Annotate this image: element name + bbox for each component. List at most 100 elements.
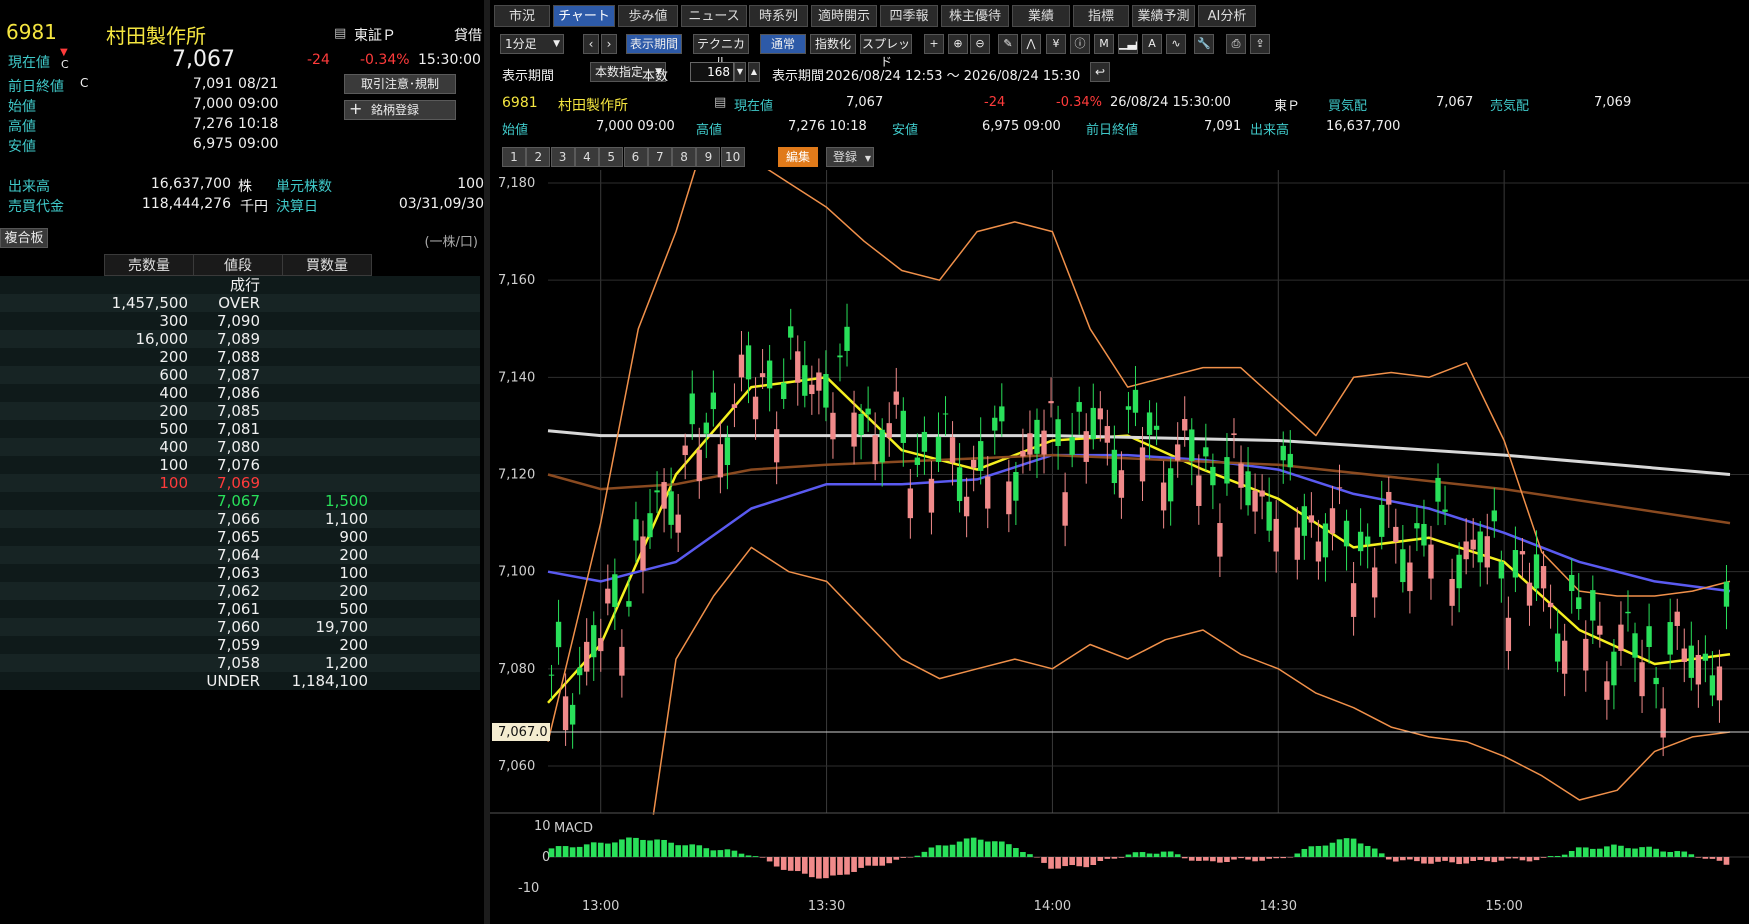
- order-book-row[interactable]: 400 7,080: [0, 438, 480, 456]
- page-button[interactable]: 5: [599, 147, 624, 167]
- register-label: 登録: [833, 150, 858, 164]
- candle-body: [816, 372, 822, 391]
- macd-bar: [1329, 842, 1336, 857]
- tab-item[interactable]: ニュース: [681, 5, 747, 27]
- count-input[interactable]: [690, 62, 734, 82]
- document-icon[interactable]: ▤: [334, 26, 346, 41]
- export-icon[interactable]: ⇪: [1250, 34, 1270, 54]
- market-label: 東証Ｐ: [354, 28, 396, 44]
- index-button[interactable]: 指数化: [810, 34, 856, 54]
- wave-icon[interactable]: ∿: [1166, 34, 1186, 54]
- page-button[interactable]: 6: [623, 147, 648, 167]
- document-icon[interactable]: ▤: [714, 95, 726, 110]
- board-tab[interactable]: 複合板: [0, 228, 48, 248]
- tab-item[interactable]: 業績予測: [1132, 5, 1195, 27]
- trade-caution-button[interactable]: 取引注意･規制: [344, 74, 456, 94]
- price-chart[interactable]: 7,180 7,160 7,140 7,120 7,100 7,080 7,060 7,067…: [490, 170, 1749, 924]
- order-book-row[interactable]: 7,067 1,500: [0, 492, 480, 510]
- tab-item[interactable]: 時系列: [749, 5, 808, 27]
- order-book-row[interactable]: 7,059 200: [0, 636, 480, 654]
- wrench-icon[interactable]: 🔧: [1194, 34, 1214, 54]
- order-book-row[interactable]: 7,062 200: [0, 582, 480, 600]
- zoom-in-icon[interactable]: ⊕: [948, 34, 968, 54]
- order-book-row[interactable]: 400 7,086: [0, 384, 480, 402]
- tab-item[interactable]: 市況: [494, 5, 550, 27]
- order-book-row[interactable]: 7,063 100: [0, 564, 480, 582]
- order-book-row[interactable]: 200 7,088: [0, 348, 480, 366]
- quote-label: 高値: [8, 119, 36, 135]
- technical-button[interactable]: テクニカル: [693, 34, 749, 69]
- register-dropdown[interactable]: 登録 ▼: [826, 147, 874, 167]
- tab-item[interactable]: 歩み値: [618, 5, 678, 27]
- display-period-button[interactable]: 表示期間: [626, 34, 682, 54]
- order-book-row[interactable]: 7,061 500: [0, 600, 480, 618]
- macd-bar: [1660, 851, 1666, 857]
- tab-item[interactable]: チャート: [553, 5, 615, 27]
- tab-item[interactable]: 業績: [1012, 5, 1070, 27]
- macd-bar: [872, 857, 878, 866]
- order-book-row[interactable]: 300 7,090: [0, 312, 480, 330]
- register-stock-button[interactable]: + 銘柄登録: [344, 100, 456, 120]
- unit-value: 100: [457, 176, 484, 192]
- macd-bar: [1062, 857, 1068, 867]
- candle-body: [830, 412, 836, 440]
- order-book-row[interactable]: 7,060 19,700: [0, 618, 480, 636]
- macd-bar: [780, 857, 787, 870]
- low-label: 安値: [892, 123, 919, 138]
- order-book-row[interactable]: 1,457,500 OVER: [0, 294, 480, 312]
- order-book-row[interactable]: 成行: [0, 276, 480, 294]
- page-button[interactable]: 7: [647, 147, 672, 167]
- current-price: 7,067: [172, 47, 235, 72]
- page-button[interactable]: 8: [672, 147, 697, 167]
- info-icon[interactable]: ⓘ: [1070, 34, 1090, 54]
- candle-body: [1111, 449, 1118, 484]
- order-book-row[interactable]: UNDER 1,184,100: [0, 672, 480, 690]
- line-tool-icon[interactable]: ⋀: [1021, 34, 1041, 54]
- prev-arrow-button[interactable]: ‹: [583, 34, 599, 54]
- tab-item[interactable]: AI分析: [1198, 5, 1256, 27]
- order-book-row[interactable]: 7,066 1,100: [0, 510, 480, 528]
- plus-icon[interactable]: +: [924, 34, 944, 54]
- order-book-row[interactable]: 100 7,076: [0, 456, 480, 474]
- tab-item[interactable]: 株主優待: [941, 5, 1009, 27]
- zoom-out-icon[interactable]: ⊖: [970, 34, 990, 54]
- tab-item[interactable]: 適時開示: [811, 5, 877, 27]
- page-button[interactable]: 3: [550, 147, 575, 167]
- auto-icon[interactable]: A: [1142, 34, 1162, 54]
- candle-body: [682, 445, 688, 456]
- order-book-row[interactable]: 7,065 900: [0, 528, 480, 546]
- edit-button[interactable]: 編集: [778, 147, 818, 167]
- order-book-row[interactable]: 600 7,087: [0, 366, 480, 384]
- reset-range-button[interactable]: ↩: [1090, 62, 1110, 82]
- period-label: 表示期間: [502, 69, 555, 84]
- interval-select[interactable]: 1分足 ▼: [500, 34, 564, 54]
- yen-icon[interactable]: ¥: [1046, 34, 1066, 54]
- macd-bar: [886, 857, 893, 864]
- normal-button[interactable]: 通常: [760, 34, 806, 54]
- count-down-button[interactable]: ▼: [734, 62, 746, 82]
- tab-item[interactable]: 四季報: [880, 5, 938, 27]
- count-up-button[interactable]: ▲: [748, 62, 760, 82]
- my-chart-icon[interactable]: M: [1094, 34, 1114, 54]
- page-button[interactable]: 9: [696, 147, 721, 167]
- macd-bar: [1674, 851, 1681, 857]
- spread-button[interactable]: スプレッド: [860, 34, 912, 69]
- order-book-row[interactable]: 200 7,085: [0, 402, 480, 420]
- order-book-row[interactable]: 100 7,069: [0, 474, 480, 492]
- info-current: 7,067: [846, 95, 884, 110]
- tab-item[interactable]: 指標: [1073, 5, 1129, 27]
- order-book-row[interactable]: 7,058 1,200: [0, 654, 480, 672]
- page-button[interactable]: 2: [526, 147, 551, 167]
- page-button[interactable]: 10: [720, 147, 745, 167]
- volume-icon[interactable]: ▁▃▅: [1118, 34, 1138, 54]
- candle-body: [1716, 666, 1723, 701]
- order-book-row[interactable]: 16,000 7,089: [0, 330, 480, 348]
- sell-qty: 1,457,500: [111, 294, 188, 312]
- print-icon[interactable]: ⎙: [1226, 34, 1246, 54]
- next-arrow-button[interactable]: ›: [601, 34, 617, 54]
- order-book-row[interactable]: 7,064 200: [0, 546, 480, 564]
- page-button[interactable]: 1: [502, 147, 526, 167]
- pen-icon[interactable]: ✎: [998, 34, 1018, 54]
- page-button[interactable]: 4: [574, 147, 599, 167]
- order-book-row[interactable]: 500 7,081: [0, 420, 480, 438]
